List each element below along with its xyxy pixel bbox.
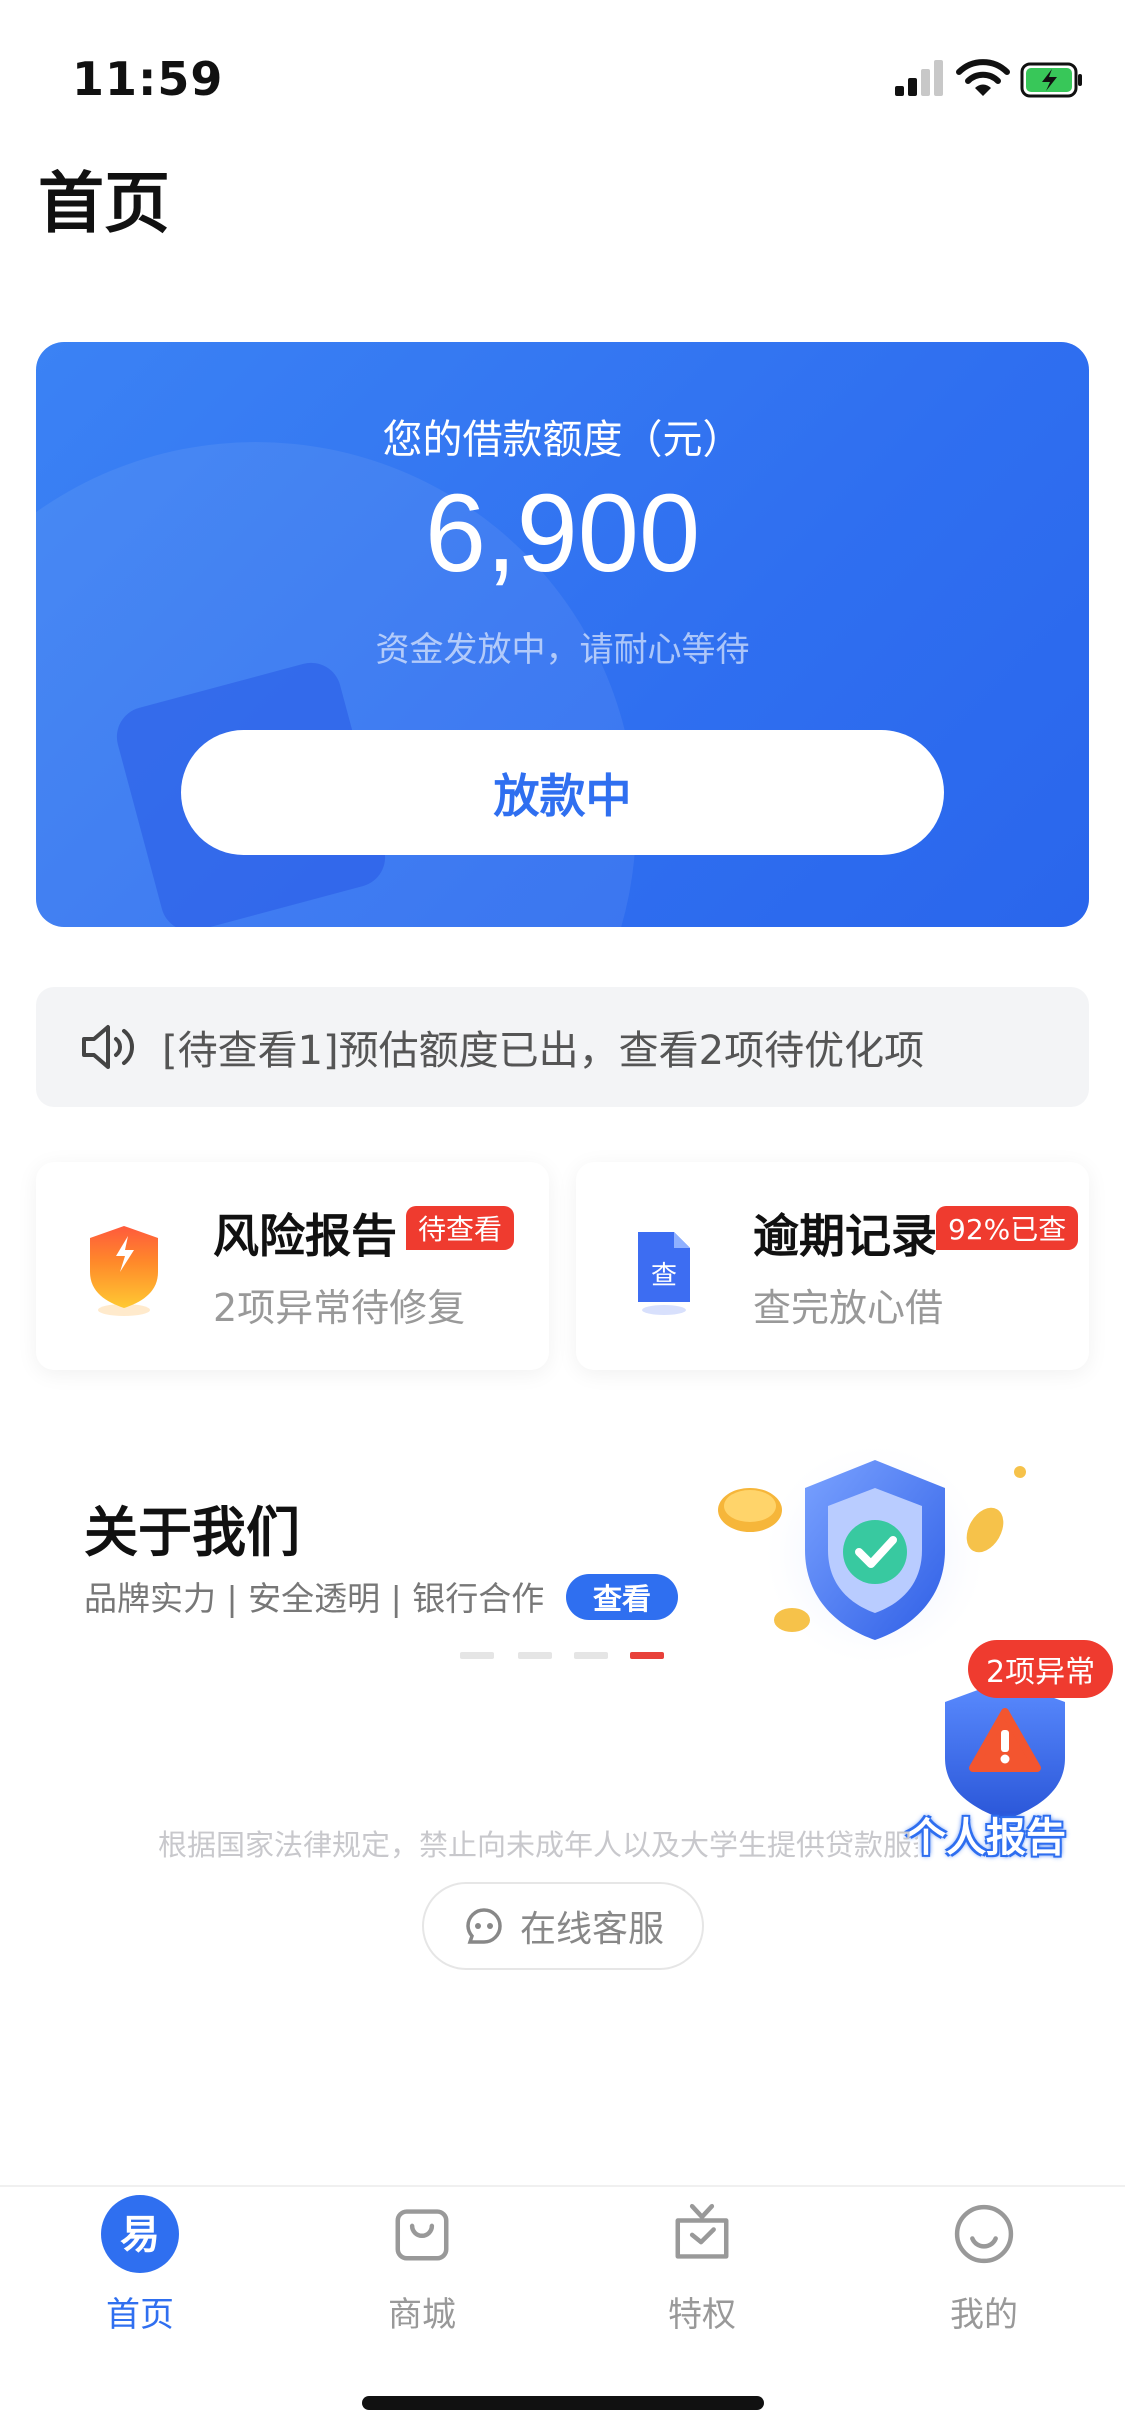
- tab-home[interactable]: 易 首页: [50, 2195, 230, 2336]
- online-customer-service-button[interactable]: 在线客服: [422, 1882, 704, 1970]
- page-title: 首页: [38, 165, 170, 242]
- overdue-record-subtitle: 查完放心借: [753, 1286, 944, 1330]
- loan-limit-amount: 6,900: [424, 472, 701, 595]
- carousel-dot[interactable]: [460, 1652, 494, 1659]
- loan-status-text: 资金发放中，请耐心等待: [375, 630, 750, 670]
- speaker-icon: [82, 1025, 134, 1069]
- risk-report-card[interactable]: 风险报告 待查看 2项异常待修复: [36, 1162, 549, 1370]
- about-us-title: 关于我们: [84, 1501, 300, 1564]
- document-search-icon: 查: [638, 1232, 690, 1315]
- home-logo-icon: 易: [101, 2195, 179, 2273]
- personal-report-alert-badge[interactable]: 2项异常: [968, 1640, 1114, 1698]
- document-icon-char: 查: [651, 1261, 677, 1291]
- loan-status-button[interactable]: 放款中: [181, 730, 944, 855]
- personal-report-label[interactable]: 个人报告: [906, 1805, 1066, 1863]
- home-logo-char: 易: [120, 2212, 160, 2258]
- battery-charging-icon: [1020, 62, 1082, 98]
- tab-privilege-label: 特权: [668, 2295, 736, 2335]
- overdue-record-title: 逾期记录: [753, 1209, 937, 1263]
- notice-text: [待查看1]预估额度已出，查看2项待优化项: [162, 1028, 925, 1074]
- status-time: 11:59: [72, 52, 224, 106]
- online-customer-service-label: 在线客服: [519, 1909, 664, 1950]
- chat-bot-icon: [466, 1908, 502, 1944]
- shopping-bag-icon: [383, 2195, 461, 2273]
- risk-shield-icon: [90, 1226, 158, 1316]
- cellular-signal-icon: [895, 60, 943, 96]
- home-indicator: [362, 2396, 764, 2410]
- about-us-view-button[interactable]: 查看: [566, 1574, 678, 1620]
- loan-limit-card: 您的借款额度（元） 6,900 资金发放中，请耐心等待 放款中: [36, 342, 1089, 927]
- tab-privilege[interactable]: 特权: [612, 2195, 792, 2336]
- overdue-record-card[interactable]: 查 逾期记录 92%已查 查完放心借: [576, 1162, 1089, 1370]
- carousel-dot[interactable]: [518, 1652, 552, 1659]
- tab-mall[interactable]: 商城: [332, 2195, 512, 2336]
- legal-disclaimer: 根据国家法律规定，禁止向未成年人以及大学生提供贷款服务: [158, 1828, 918, 1862]
- loan-limit-label: 您的借款额度（元）: [382, 417, 743, 463]
- carousel-dot[interactable]: [574, 1652, 608, 1659]
- risk-report-title: 风险报告: [213, 1209, 397, 1263]
- risk-report-badge: 待查看: [406, 1206, 515, 1250]
- risk-report-subtitle: 2项异常待修复: [213, 1286, 466, 1330]
- tab-mine-label: 我的: [950, 2295, 1018, 2335]
- tab-mine[interactable]: 我的: [894, 2195, 1074, 2336]
- privilege-box-icon: [663, 2195, 741, 2273]
- carousel-dot-active[interactable]: [630, 1652, 664, 1659]
- about-us-subtitle: 品牌实力 | 安全透明 | 银行合作: [84, 1579, 545, 1618]
- wifi-icon: [956, 59, 1010, 96]
- tab-mall-label: 商城: [388, 2295, 456, 2335]
- overdue-record-badge: 92%已查: [936, 1206, 1079, 1250]
- tab-home-label: 首页: [106, 2295, 174, 2335]
- notice-bar[interactable]: [待查看1]预估额度已出，查看2项待优化项: [36, 987, 1089, 1107]
- smiley-profile-icon: [945, 2195, 1023, 2273]
